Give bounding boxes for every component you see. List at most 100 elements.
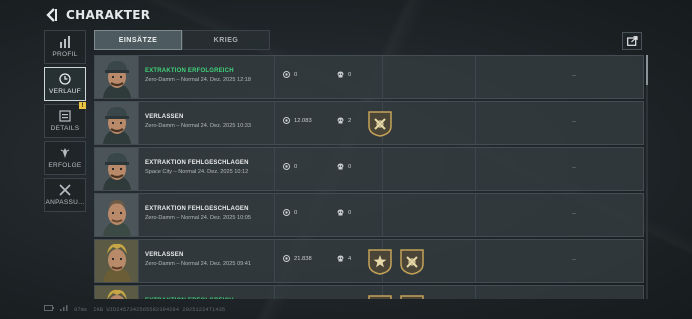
stats-cell: 0 <box>275 148 383 190</box>
history-icon <box>59 73 71 85</box>
mission-status: VERLASSEN <box>145 252 184 258</box>
column-divider <box>475 240 476 282</box>
alert-badge: ! <box>79 102 86 109</box>
sidebar-item-details[interactable]: ! DETAILS <box>44 102 86 138</box>
mission-status: EXTRAKTION ERFOLGREICH <box>145 68 234 74</box>
result-value: -- <box>572 119 576 125</box>
table-row[interactable]: EXTRAKTION ERFOLGREICH <box>94 285 644 299</box>
share-button[interactable] <box>622 32 642 50</box>
back-arrow-icon[interactable] <box>46 8 58 22</box>
avatar <box>95 102 139 144</box>
signal-icon <box>60 305 68 313</box>
kills-amount: 0 <box>348 209 352 216</box>
avatar <box>95 194 139 236</box>
mission-details: Zero-Damm – Normal 24. Dez. 2025 10:33 <box>145 123 252 129</box>
column-divider <box>475 286 476 299</box>
sidebar-item-label: ANPASSU... <box>45 199 85 206</box>
coin-icon <box>283 117 290 124</box>
stats-cell: 0 <box>275 56 383 98</box>
scroll-thumb[interactable] <box>646 55 648 85</box>
mission-status: EXTRAKTION ERFOLGREICH <box>145 298 274 299</box>
loot-amount: 12.083 <box>294 117 312 124</box>
kills-amount: 0 <box>348 71 352 78</box>
mission-status: EXTRAKTION FEHLGESCHLAGEN <box>145 206 249 212</box>
table-row[interactable]: EXTRAKTION FEHLGESCHLAGEN Space City – N… <box>94 147 644 191</box>
mission-info: EXTRAKTION ERFOLGREICH Zero-Damm – Norma… <box>139 56 275 98</box>
avatar <box>95 56 139 98</box>
kills-value: 0 <box>337 209 351 216</box>
medal-crossed-icon[interactable] <box>399 294 425 299</box>
sidebar-item-label: ERFOLGE <box>48 162 82 169</box>
skull-icon <box>337 163 344 170</box>
loot-amount: 0 <box>294 71 298 78</box>
result-value: -- <box>572 211 576 217</box>
sidebar-item-erfolge[interactable]: ERFOLGE <box>44 141 86 175</box>
medal-star-icon[interactable] <box>367 248 393 275</box>
table-row[interactable]: VERLASSEN Zero-Damm – Normal 24. Dez. 20… <box>94 239 644 283</box>
battery-icon <box>44 305 54 313</box>
sidebar-item-label: DETAILS <box>50 125 80 132</box>
tab-einsaetze[interactable]: EINSÄTZE <box>94 30 182 50</box>
medal-star-icon[interactable] <box>367 294 393 299</box>
mission-info: EXTRAKTION FEHLGESCHLAGEN Space City – N… <box>139 148 275 190</box>
sidebar-item-verlauf[interactable]: VERLAUF <box>44 67 86 101</box>
coin-icon <box>283 209 290 216</box>
loot-amount: 21.838 <box>294 255 312 262</box>
skull-icon <box>337 117 344 124</box>
skull-icon <box>337 209 344 216</box>
ping-value: 97ms <box>74 305 88 313</box>
avatar <box>95 240 139 282</box>
result-value: -- <box>572 257 576 263</box>
kills-amount: 2 <box>348 117 352 124</box>
loot-value: 0 <box>283 163 297 170</box>
mission-details: Zero-Damm – Normal 24. Dez. 2025 10:05 <box>145 215 252 221</box>
kills-value: 4 <box>337 255 351 262</box>
medals <box>367 294 425 299</box>
kills-value: 0 <box>337 163 351 170</box>
sidebar-item-profil[interactable]: PROFIL <box>44 30 86 64</box>
mission-info: EXTRAKTION ERFOLGREICH <box>139 286 275 299</box>
page-title: CHARAKTER <box>66 8 151 22</box>
loot-value: 0 <box>283 71 297 78</box>
loot-value: 21.838 <box>283 255 312 262</box>
tab-bar: EINSÄTZE KRIEG <box>94 30 270 50</box>
medal-crossed-icon[interactable] <box>367 110 393 137</box>
sidebar-item-anpassung[interactable]: ANPASSU... <box>44 178 86 212</box>
result-value: -- <box>572 73 576 79</box>
kills-amount: 0 <box>348 163 352 170</box>
achievements-icon <box>60 148 70 158</box>
coin-icon <box>283 163 290 170</box>
avatar <box>95 148 139 190</box>
sidebar-item-label: PROFIL <box>52 51 78 58</box>
mission-status: VERLASSEN <box>145 114 184 120</box>
stats-cell: 0 <box>275 194 383 236</box>
column-divider <box>475 194 476 236</box>
column-divider <box>475 102 476 144</box>
skull-icon <box>337 71 344 78</box>
mission-info: VERLASSEN Zero-Damm – Normal 24. Dez. 20… <box>139 102 275 144</box>
mission-details: Space City – Normal 24. Dez. 2025 10:12 <box>145 169 249 175</box>
footer: 97ms IKB UID2457342565582394284 20251224… <box>44 305 225 313</box>
table-row[interactable]: VERLASSEN Zero-Damm – Normal 24. Dez. 20… <box>94 101 644 145</box>
loot-amount: 0 <box>294 209 298 216</box>
medal-crossed-icon[interactable] <box>399 248 425 275</box>
customize-icon <box>59 184 71 196</box>
skull-icon <box>337 255 344 262</box>
table-row[interactable]: EXTRAKTION FEHLGESCHLAGEN Zero-Damm – No… <box>94 193 644 237</box>
mission-info: EXTRAKTION FEHLGESCHLAGEN Zero-Damm – No… <box>139 194 275 236</box>
session-uid: IKB UID2457342565582394284 20251224T1435 <box>93 305 226 313</box>
mission-info: VERLASSEN Zero-Damm – Normal 24. Dez. 20… <box>139 240 275 282</box>
medals <box>367 248 425 275</box>
mission-details: Zero-Damm – Normal 24. Dez. 2025 09:41 <box>145 261 252 267</box>
coin-icon <box>283 71 290 78</box>
table-row[interactable]: EXTRAKTION ERFOLGREICH Zero-Damm – Norma… <box>94 55 644 99</box>
loot-value: 12.083 <box>283 117 312 124</box>
result-value: -- <box>572 165 576 171</box>
tab-krieg[interactable]: KRIEG <box>182 30 270 50</box>
mission-status: EXTRAKTION FEHLGESCHLAGEN <box>145 160 249 166</box>
medals <box>367 110 393 137</box>
scrollbar[interactable] <box>646 55 648 299</box>
share-icon <box>626 36 638 46</box>
kills-value: 2 <box>337 117 351 124</box>
loot-value: 0 <box>283 209 297 216</box>
